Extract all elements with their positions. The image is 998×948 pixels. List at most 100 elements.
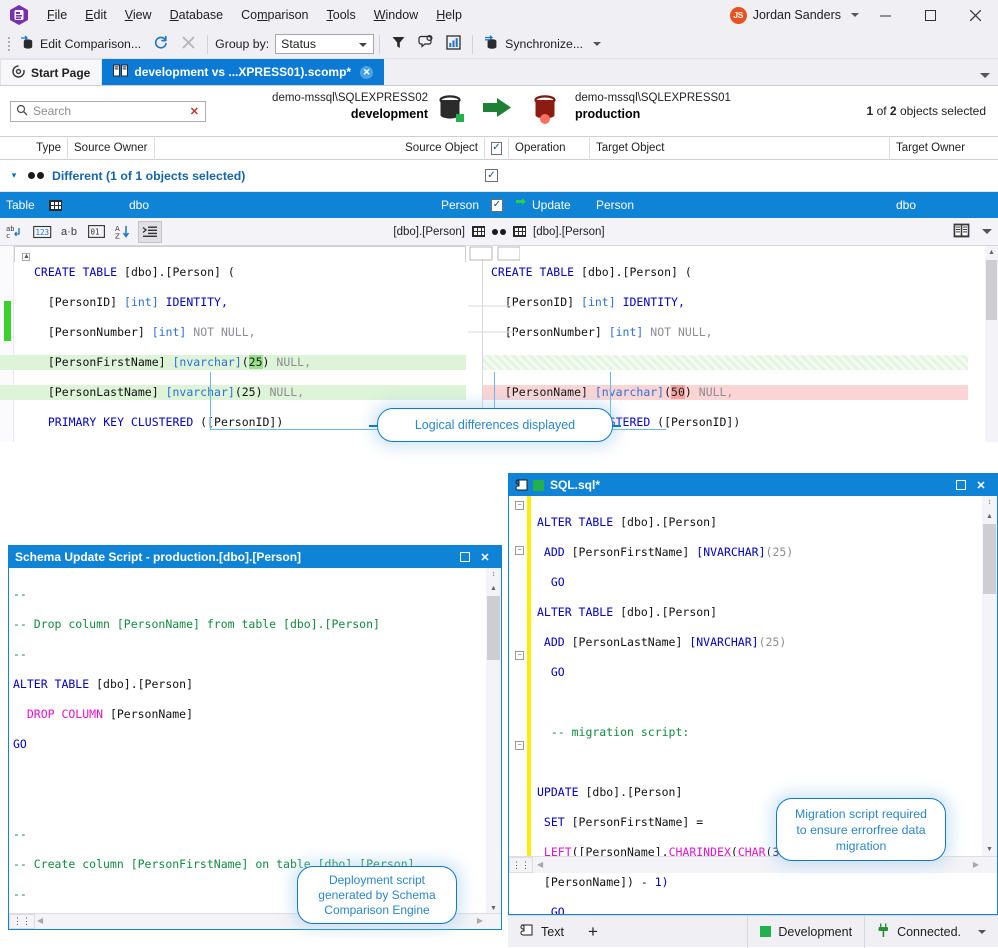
status-bar: Text + Development Connected.: [508, 915, 998, 948]
fold-toggle-icon[interactable]: −: [515, 546, 524, 555]
schema-update-titlebar[interactable]: Schema Update Script - production.[dbo].…: [9, 546, 501, 568]
group-checkbox[interactable]: ✓: [485, 169, 498, 182]
toolbar-divider: [207, 34, 209, 54]
unsaved-change-gutter: [527, 496, 531, 856]
split-horizontal-icon[interactable]: ⋮⋮: [9, 914, 35, 929]
status-text-tab[interactable]: Text: [508, 916, 576, 948]
split-handle-icon[interactable]: ↕: [982, 496, 997, 509]
diff-object-labels: [dbo].[Person] [dbo].[Person]: [0, 226, 998, 238]
scroll-down-icon[interactable]: ▼: [982, 843, 997, 856]
sql-editor-titlebar[interactable]: SQL.sql* ✕: [509, 474, 997, 496]
group-by-select[interactable]: Status: [275, 34, 375, 54]
chevron-down-icon[interactable]: [982, 229, 992, 234]
split-horizontal-icon[interactable]: ⋮⋮: [509, 857, 533, 873]
menu-view[interactable]: View: [116, 4, 161, 26]
comparison-grid: Type Source Owner Source Object ✓ Operat…: [0, 136, 998, 218]
column-header-type[interactable]: Type: [0, 136, 68, 160]
toolbar-grip[interactable]: [4, 34, 14, 54]
filter-icon: [391, 35, 406, 53]
app-logo-icon: [8, 4, 30, 26]
scrollbar-thumb[interactable]: [983, 524, 996, 594]
tab-close-icon[interactable]: ✕: [360, 65, 374, 79]
close-icon[interactable]: ✕: [971, 475, 991, 495]
menu-tools[interactable]: Tools: [318, 4, 365, 26]
close-button[interactable]: [953, 0, 998, 30]
code-line: --: [13, 647, 27, 661]
clear-x-icon[interactable]: ✕: [190, 105, 199, 118]
column-header-source-object[interactable]: Source Object: [155, 136, 485, 160]
scrollbar-thumb[interactable]: [986, 260, 997, 320]
search-icon: [16, 104, 28, 119]
row-checkbox[interactable]: ✓: [491, 198, 503, 212]
search-placeholder: Search: [33, 104, 72, 118]
search-input[interactable]: Search ✕: [10, 100, 206, 122]
scroll-up-icon[interactable]: ▲: [982, 510, 997, 523]
tabstrip-overflow-icon[interactable]: [980, 73, 990, 78]
code-line: CREATE TABLE [dbo].[Person] (: [34, 265, 235, 279]
minimize-button[interactable]: [863, 0, 908, 30]
menu-file[interactable]: File: [38, 4, 76, 26]
scroll-up-icon[interactable]: ▲: [486, 582, 501, 595]
code-line-removed: [PersonName] [nvarchar](50) NULL,: [483, 385, 968, 400]
user-name: Jordan Sanders: [752, 8, 841, 22]
split-view-icon[interactable]: [953, 223, 970, 241]
select-all-checkbox[interactable]: ✓: [491, 141, 502, 155]
filter-button[interactable]: [385, 32, 412, 56]
source-server: demo-mssql\SQLEXPRESS02: [272, 92, 428, 104]
fold-toggle-icon[interactable]: −: [515, 501, 524, 510]
scroll-up-icon[interactable]: ▲: [985, 246, 998, 259]
column-header-operation[interactable]: Operation: [509, 136, 590, 160]
chevron-down-icon[interactable]: [978, 929, 986, 934]
maximize-icon[interactable]: [455, 547, 475, 567]
row-checkbox-cell[interactable]: ✓: [485, 192, 509, 218]
synchronize-dropdown[interactable]: [589, 32, 605, 56]
scroll-right-icon[interactable]: ▶: [973, 860, 979, 869]
status-add-button[interactable]: +: [576, 916, 610, 948]
callout-stub-right: [612, 425, 621, 427]
menu-help[interactable]: Help: [427, 4, 471, 26]
scroll-right-icon[interactable]: ▶: [477, 916, 483, 925]
tab-comparison-document[interactable]: development vs ...XPRESS01).scomp* ✕: [102, 59, 385, 85]
menu-window[interactable]: Window: [365, 4, 427, 26]
comments-button[interactable]: [412, 32, 440, 56]
column-header-source-owner[interactable]: Source Owner: [68, 136, 155, 160]
arrow-right-green-icon: [483, 98, 519, 130]
plus-icon: +: [587, 922, 598, 941]
chevron-down-icon[interactable]: ▾: [0, 170, 28, 181]
refresh-button[interactable]: [147, 32, 175, 56]
status-connection[interactable]: Connected.: [865, 916, 998, 948]
schema-update-title: Schema Update Script - production.[dbo].…: [15, 550, 302, 564]
source-database-info: demo-mssql\SQLEXPRESS02 development: [248, 91, 428, 122]
comments-icon: [418, 34, 434, 53]
scroll-left-icon[interactable]: ◀: [537, 860, 543, 869]
target-database-name: production: [575, 107, 641, 121]
menu-comparison[interactable]: Comparison: [232, 4, 317, 26]
user-account-button[interactable]: JS Jordan Sanders: [726, 6, 863, 24]
edit-comparison-button[interactable]: Edit Comparison...: [14, 32, 147, 56]
status-environment[interactable]: Development: [748, 916, 864, 948]
menu-database[interactable]: Database: [161, 4, 233, 26]
fold-toggle-icon[interactable]: −: [515, 651, 524, 660]
scrollbar-thumb[interactable]: [487, 596, 500, 660]
refresh-icon: [153, 35, 169, 54]
menu-edit[interactable]: Edit: [76, 4, 116, 26]
scroll-left-icon[interactable]: ◀: [37, 916, 43, 925]
column-header-checkbox[interactable]: ✓: [485, 136, 509, 160]
tab-start-page[interactable]: Start Page: [0, 59, 103, 85]
report-button[interactable]: [440, 32, 467, 56]
fold-toggle-icon[interactable]: −: [515, 741, 524, 750]
close-icon[interactable]: ✕: [475, 547, 495, 567]
column-header-target-object[interactable]: Target Object: [590, 136, 890, 160]
schema-update-vscrollbar[interactable]: ↕ ▲ ▼: [486, 568, 501, 915]
column-header-target-owner[interactable]: Target Owner: [890, 136, 998, 160]
table-row[interactable]: Table dbo Person ✓ Update Person dbo: [0, 192, 998, 218]
split-handle-icon[interactable]: ↕: [486, 568, 501, 581]
code-line: GO: [537, 665, 565, 679]
callout-migration-text: Migration script required to ensure erro…: [795, 806, 927, 853]
sql-editor-vscrollbar[interactable]: ↕ ▲ ▼: [982, 496, 997, 856]
maximize-button[interactable]: [908, 0, 953, 30]
grid-group-row[interactable]: ▾ Different (1 of 1 objects selected) ✓: [0, 160, 998, 192]
synchronize-button[interactable]: Synchronize...: [478, 32, 589, 56]
maximize-icon[interactable]: [951, 475, 971, 495]
